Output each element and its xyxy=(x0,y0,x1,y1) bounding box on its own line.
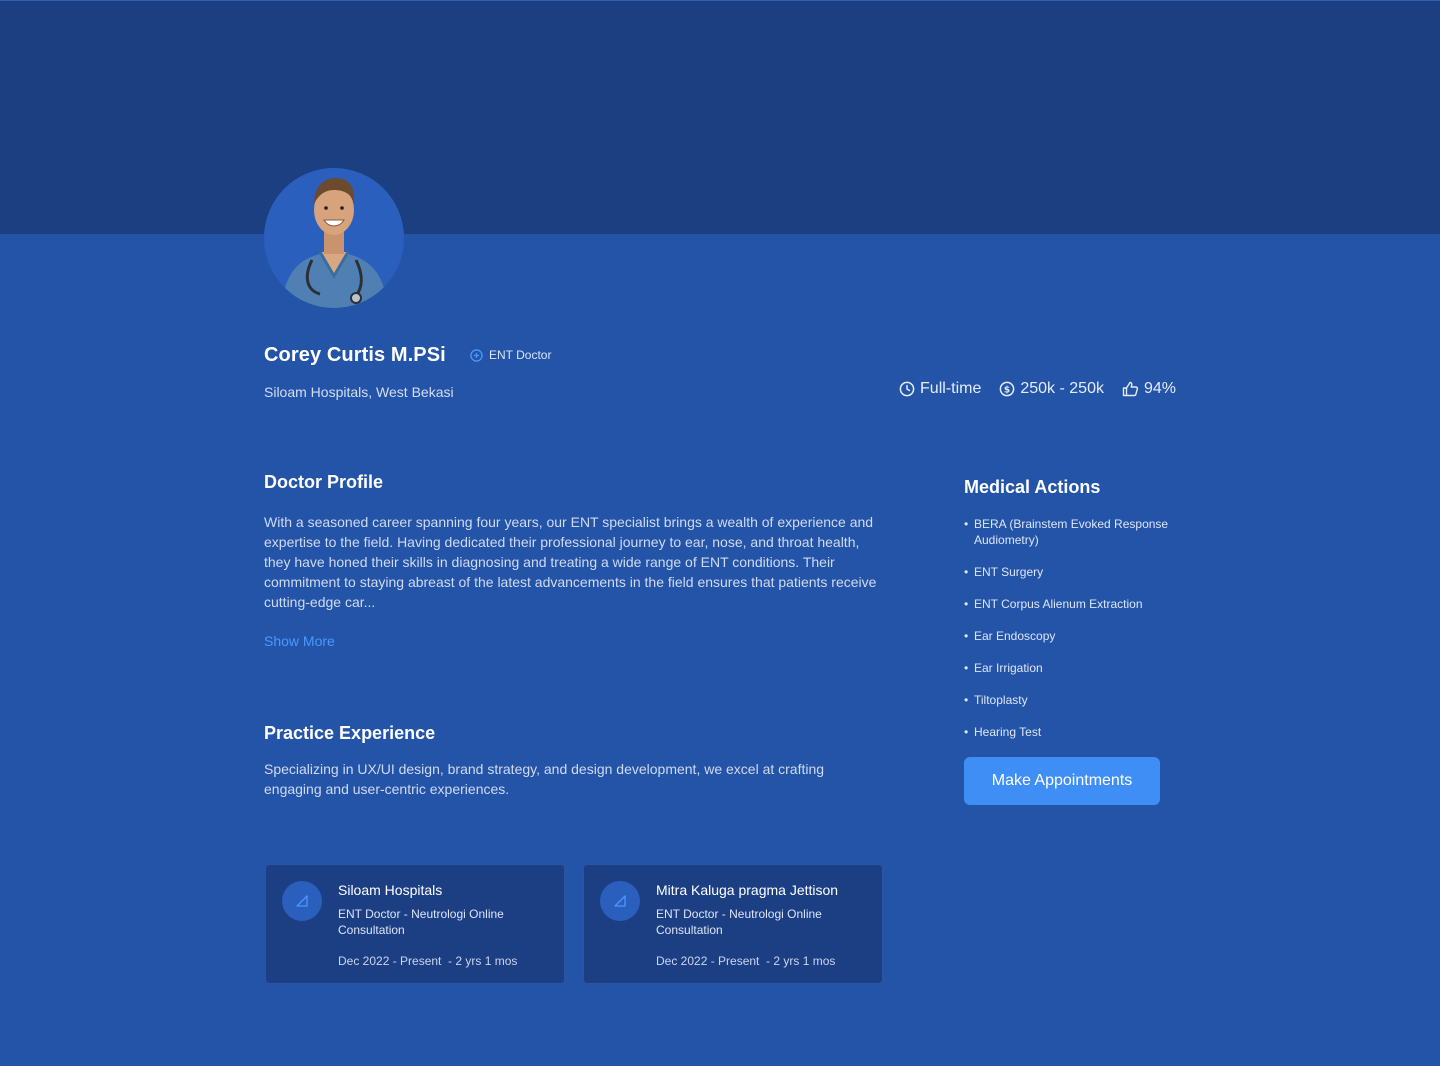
role-badge: ENT Doctor xyxy=(470,348,551,362)
medical-actions-list: BERA (Brainstem Evoked Response Audiomet… xyxy=(964,516,1184,756)
practice-experience-heading: Practice Experience xyxy=(264,723,436,743)
edit-triangle-icon xyxy=(600,881,640,921)
doctor-stats: Full-time $ 250k - 250k 94% xyxy=(899,380,1176,398)
experience-card[interactable]: Mitra Kaluga pragma Jettison ENT Doctor … xyxy=(583,864,883,984)
hospital-location: Siloam Hospitals, West Bekasi xyxy=(264,384,454,400)
dollar-circle-icon: $ xyxy=(1000,381,1015,397)
experience-role: ENT Doctor - Neutrologi Online Consultat… xyxy=(656,907,822,937)
employment-label: Full-time xyxy=(920,380,982,397)
clock-icon xyxy=(899,381,915,397)
thumbs-up-icon xyxy=(1122,381,1139,397)
fee-stat: $ 250k - 250k xyxy=(999,380,1104,398)
experience-hospital: Siloam Hospitals xyxy=(338,882,443,898)
medical-action-item: ENT Surgery xyxy=(964,564,1184,580)
make-appointments-button[interactable]: Make Appointments xyxy=(964,757,1160,805)
rating-stat: 94% xyxy=(1122,380,1176,398)
medical-actions-heading: Medical Actions xyxy=(964,477,1101,497)
medical-action-item: Hearing Test xyxy=(964,724,1184,740)
experience-role: ENT Doctor - Neutrologi Online Consultat… xyxy=(338,907,504,937)
employment-stat: Full-time xyxy=(899,380,981,398)
show-more-link[interactable]: Show More xyxy=(264,633,335,649)
doctor-avatar xyxy=(264,168,404,308)
medical-action-item: Ear Endoscopy xyxy=(964,628,1184,644)
practice-experience-text: Specializing in UX/UI design, brand stra… xyxy=(264,761,825,797)
rating-label: 94% xyxy=(1143,380,1176,397)
medical-action-item: BERA (Brainstem Evoked Response Audiomet… xyxy=(964,516,1184,548)
experience-period: Dec 2022 - Present - 2 yrs 1 mos xyxy=(338,954,518,968)
medical-action-item: Ear Irrigation xyxy=(964,660,1184,676)
experience-card[interactable]: Siloam Hospitals ENT Doctor - Neutrologi… xyxy=(265,864,565,984)
plus-circle-icon xyxy=(470,348,483,362)
cover-banner xyxy=(0,0,1440,234)
doctor-name: Corey Curtis M.PSi xyxy=(264,344,446,366)
experience-period: Dec 2022 - Present - 2 yrs 1 mos xyxy=(656,954,836,968)
experience-hospital: Mitra Kaluga pragma Jettison xyxy=(656,882,839,898)
role-label: ENT Doctor xyxy=(489,348,552,362)
svg-text:$: $ xyxy=(1004,386,1010,396)
edit-triangle-icon xyxy=(282,881,322,921)
medical-action-item: Tiltoplasty xyxy=(964,692,1184,708)
doctor-profile-text: With a seasoned career spanning four yea… xyxy=(264,514,877,610)
fee-label: 250k - 250k xyxy=(1020,380,1104,397)
medical-action-item: ENT Corpus Alienum Extraction xyxy=(964,596,1184,612)
doctor-profile-page: Corey Curtis M.PSi ENT Doctor Siloam Hos… xyxy=(0,0,1440,1066)
doctor-profile-heading: Doctor Profile xyxy=(264,472,384,492)
